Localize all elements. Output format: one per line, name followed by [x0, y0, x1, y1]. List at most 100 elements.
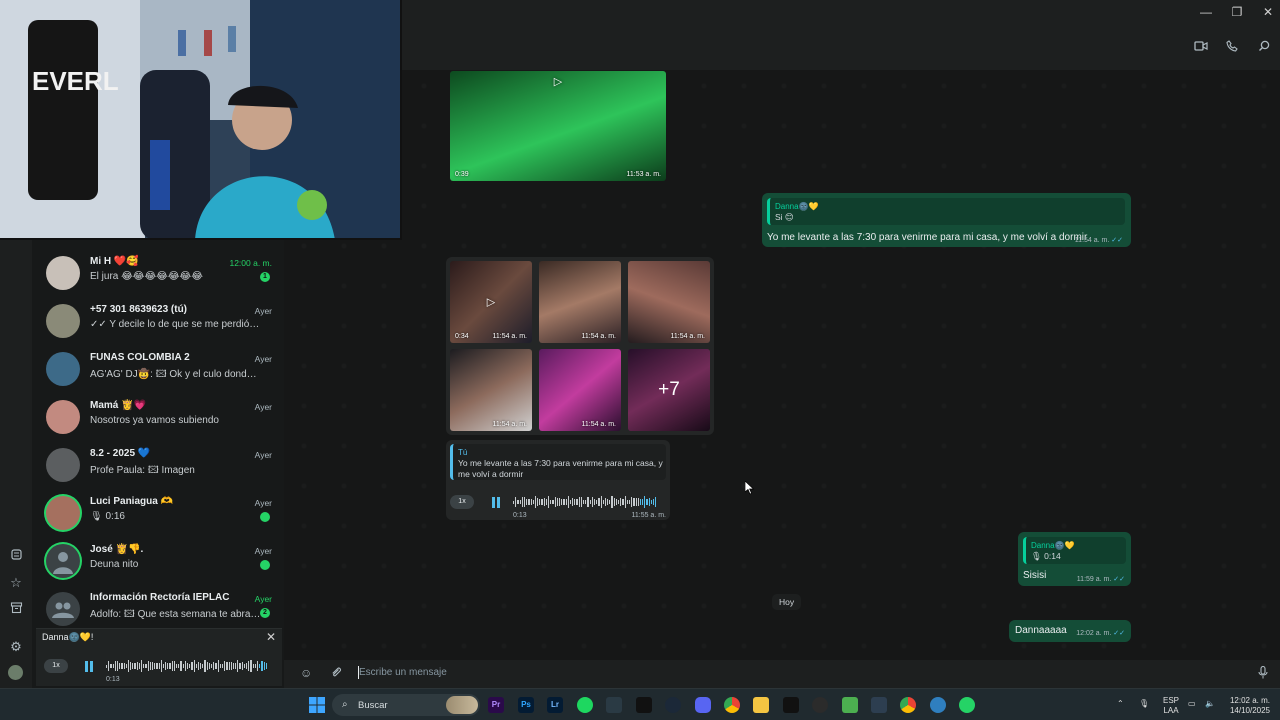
- profile-avatar[interactable]: [8, 665, 23, 680]
- mini-player-close-button[interactable]: ✕: [266, 630, 276, 644]
- pause-icon[interactable]: [491, 497, 501, 508]
- waveform-bar: [173, 660, 175, 672]
- quoted-message[interactable]: Danna🌚💛 🎙 0:14: [1023, 537, 1126, 564]
- restore-button[interactable]: ❐: [1221, 0, 1253, 24]
- album-photo-tile[interactable]: 11:54 a. m.: [539, 261, 621, 343]
- emoji-icon[interactable]: ☺: [300, 666, 312, 680]
- clock[interactable]: 12:02 a. m. 14/10/2025: [1224, 696, 1276, 716]
- discord-icon[interactable]: [695, 697, 711, 713]
- webcam-feed-image: EVERL: [0, 0, 400, 238]
- spotify-icon[interactable]: [577, 697, 593, 713]
- star-icon[interactable]: ☆: [8, 575, 24, 591]
- video-call-icon[interactable]: [1193, 40, 1209, 56]
- outgoing-message[interactable]: Danna🌚💛 🎙 0:14 Sisisi 11:59 a. m. ✓✓: [1018, 532, 1131, 586]
- whatsapp-icon[interactable]: [959, 697, 975, 713]
- album-more-tile[interactable]: +7: [628, 349, 710, 431]
- waveform-bar: [116, 660, 119, 672]
- chat-item-jose[interactable]: José 👸👎. Deuna nito Ayer: [32, 538, 284, 586]
- audio-waveform[interactable]: [513, 495, 665, 509]
- album-photo-tile[interactable]: 11:54 a. m.: [539, 349, 621, 431]
- lightroom-icon[interactable]: Lr: [547, 697, 563, 713]
- album-photo-tile[interactable]: 11:54 a. m.: [628, 261, 710, 343]
- chat-item-mi-h[interactable]: Mi H ❤️🥰 El jura 😂😂😂😂😂😂😂 12:00 a. m. 1: [32, 250, 284, 298]
- tray-chevron-icon[interactable]: ⌃: [1117, 699, 1124, 709]
- waveform-bar: [537, 498, 539, 506]
- archive-icon[interactable]: [8, 601, 24, 617]
- network-icon[interactable]: ▭: [1188, 699, 1196, 709]
- waveform-bar: [580, 496, 582, 508]
- chat-time: Ayer: [254, 306, 272, 316]
- chrome-icon[interactable]: [724, 697, 740, 713]
- quoted-message[interactable]: Danna🌚💛 Si 😊: [767, 198, 1125, 225]
- browser-icon[interactable]: [930, 697, 946, 713]
- message-input[interactable]: Escribe un mensaje: [359, 667, 447, 678]
- minimize-button[interactable]: —: [1190, 0, 1222, 24]
- chat-item-mama[interactable]: Mamá 👸💗 Nosotros ya vamos subiendo Ayer: [32, 394, 284, 442]
- waveform-bar: [611, 495, 613, 509]
- chat-item-self[interactable]: +57 301 8639623 (tú) ✓✓ Y decile lo de q…: [32, 298, 284, 346]
- waveform-bar: [613, 497, 615, 507]
- attach-icon[interactable]: [330, 666, 342, 681]
- quote-text: Si 😊: [775, 212, 794, 222]
- video-message[interactable]: ▷ 0:39 11:53 a. m.: [450, 71, 666, 181]
- chat-name: José 👸👎.: [90, 544, 144, 555]
- waveform-bar: [648, 498, 650, 506]
- waveform-bar: [598, 497, 600, 507]
- pause-icon[interactable]: [84, 661, 94, 672]
- waveform-bar: [578, 496, 580, 508]
- message-time: 11:53 a. m.: [626, 171, 661, 178]
- voice-message[interactable]: Tú Yo me levante a las 7:30 para venirme…: [446, 440, 670, 520]
- volume-icon[interactable]: 🔈: [1205, 699, 1215, 709]
- waveform-bar: [585, 500, 587, 504]
- waveform-bar: [602, 499, 604, 505]
- mouse-pointer-icon: [745, 481, 755, 495]
- app-icon[interactable]: [606, 697, 622, 713]
- premiere-pro-icon[interactable]: Pr: [488, 697, 504, 713]
- language-indicator[interactable]: ESP LAA: [1160, 696, 1182, 716]
- waveform-bar: [160, 659, 162, 673]
- message-time: 11:54 a. m.: [1074, 237, 1110, 244]
- waveform-bar: [565, 498, 567, 506]
- windows-start-icon[interactable]: [309, 697, 325, 718]
- chrome-profile-icon[interactable]: [900, 697, 916, 713]
- chat-item-luci-paniagua[interactable]: Luci Paniagua 🫶 🎙 0:16 Ayer: [32, 490, 284, 538]
- avatar: [46, 496, 80, 530]
- album-photo-tile[interactable]: 11:54 a. m.: [450, 349, 532, 431]
- avatar: [46, 304, 80, 338]
- tray-mic-icon[interactable]: 🎙: [1139, 699, 1149, 709]
- quoted-message[interactable]: Tú Yo me levante a las 7:30 para venirme…: [450, 444, 666, 480]
- epic-games-icon[interactable]: [636, 697, 652, 713]
- file-explorer-icon[interactable]: [753, 697, 769, 713]
- chat-pane: [284, 26, 1280, 688]
- waveform-bar: [106, 664, 108, 668]
- phone-icon[interactable]: [1224, 40, 1240, 56]
- outgoing-message[interactable]: Dannaaaaa 12:02 a. m. ✓✓: [1009, 620, 1131, 642]
- search-icon[interactable]: [1256, 40, 1272, 56]
- album-video-tile[interactable]: ▷ 0:34 11:54 a. m.: [450, 261, 532, 343]
- playback-speed-button[interactable]: 1x: [44, 659, 68, 673]
- chat-item-informacion-rectoria[interactable]: Información Rectoría IEPLAC Adolfo: 🖾 Qu…: [32, 586, 284, 634]
- waveform-bar: [615, 499, 617, 505]
- capcut-icon[interactable]: [783, 697, 799, 713]
- settings-icon[interactable]: ⚙: [8, 639, 24, 655]
- status-icon[interactable]: [8, 548, 24, 564]
- chat-item-8-2-2025[interactable]: 8.2 - 2025 💙 Profe Paula: 🖾 Imagen Ayer: [32, 442, 284, 490]
- photoshop-icon[interactable]: Ps: [518, 697, 534, 713]
- chat-item-funas-colombia[interactable]: FUNAS COLOMBIA 2 AG'AG' DJ🤠: 🖾 Ok y el c…: [32, 346, 284, 394]
- waveform-bar: [136, 661, 138, 671]
- waveform-bar: [554, 496, 556, 508]
- outgoing-message[interactable]: Danna🌚💛 Si 😊 Yo me levante a las 7:30 pa…: [762, 193, 1131, 247]
- close-window-button[interactable]: ✕: [1252, 0, 1280, 24]
- app-icon[interactable]: [812, 697, 828, 713]
- waveform-bar: [513, 500, 515, 504]
- minecraft-icon[interactable]: [842, 697, 858, 713]
- waveform-bar: [206, 661, 208, 671]
- audio-waveform[interactable]: [106, 659, 276, 673]
- playback-speed-button[interactable]: 1x: [450, 495, 474, 509]
- waveform-bar: [108, 660, 110, 672]
- microphone-icon[interactable]: [1258, 665, 1268, 682]
- waveform-bar: [123, 662, 125, 670]
- steam-icon[interactable]: [665, 697, 681, 713]
- waveform-bar: [628, 499, 631, 505]
- app-icon[interactable]: [871, 697, 887, 713]
